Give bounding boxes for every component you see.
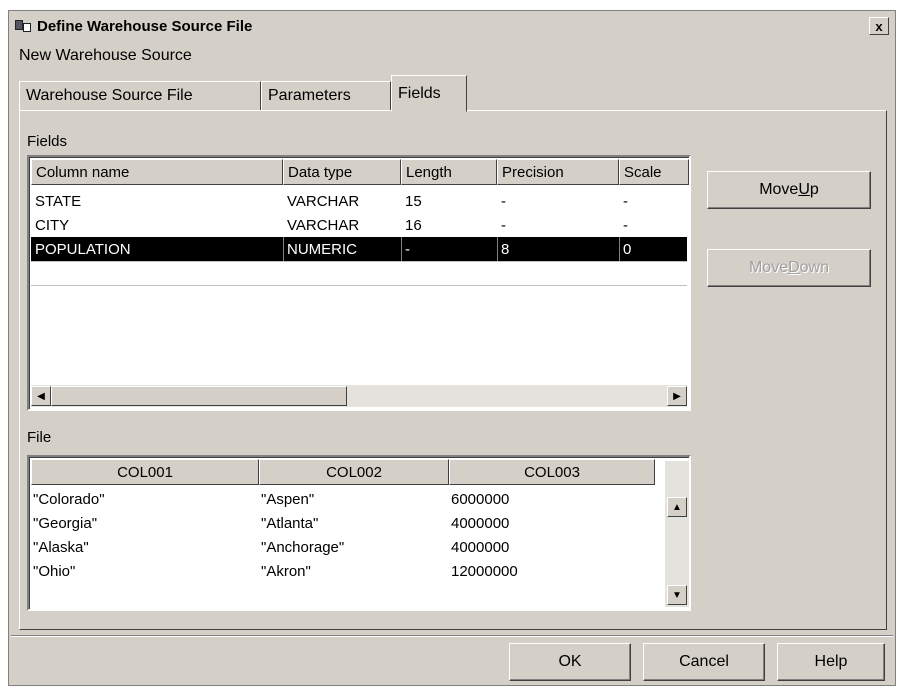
dialog-subtitle: New Warehouse Source [19,47,192,64]
table-cell[interactable]: "Ohio" [31,559,75,583]
column-header-length[interactable]: Length [401,159,497,185]
warehouse-app-icon [15,18,33,34]
column-header-data-type[interactable]: Data type [283,159,401,185]
cell-divider [283,237,284,261]
tab-parameters[interactable]: Parameters [261,81,391,111]
table-cell[interactable]: 0 [621,237,631,261]
close-icon[interactable]: x [869,17,889,35]
move-up-label-end: p [809,181,819,198]
file-preview-table[interactable]: COL001 COL002 COL003 "Colorado" "Aspen" … [27,455,691,611]
tab-warehouse-source-file[interactable]: Warehouse Source File [19,81,261,111]
fields-table[interactable]: Column name Data type Length Precision S… [27,155,691,411]
file-section-label: File [27,429,52,446]
table-cell[interactable]: 15 [403,189,422,213]
table-cell[interactable]: "Akron" [259,559,311,583]
scroll-right-icon[interactable]: ▶ [667,386,687,406]
fields-section-label: Fields [27,133,68,150]
move-down-accel: D [788,259,800,276]
move-up-button[interactable]: Move Up [707,171,871,209]
table-cell[interactable]: POPULATION [33,237,131,261]
table-cell[interactable]: - [403,237,410,261]
table-cell[interactable]: - [499,213,506,237]
scroll-thumb[interactable] [51,386,347,406]
scroll-down-icon[interactable]: ▼ [667,585,687,605]
column-header-col003[interactable]: COL003 [449,459,655,485]
column-header-column-name[interactable]: Column name [31,159,283,185]
table-cell[interactable]: 4000000 [449,511,509,535]
scroll-left-icon[interactable]: ◀ [31,386,51,406]
cell-divider [497,237,498,261]
file-vertical-scrollbar[interactable]: ▲ ▼ [665,461,689,607]
move-up-accel: U [798,181,810,198]
cancel-button[interactable]: Cancel [643,643,765,681]
table-cell[interactable]: "Colorado" [31,487,105,511]
column-header-col001[interactable]: COL001 [31,459,259,485]
table-cell[interactable]: VARCHAR [285,189,359,213]
table-cell[interactable]: 6000000 [449,487,509,511]
title-bar[interactable]: Define Warehouse Source File x [11,13,893,39]
help-button[interactable]: Help [777,643,885,681]
table-cell[interactable]: STATE [33,189,81,213]
move-down-button[interactable]: Move Down [707,249,871,287]
cell-divider [401,237,402,261]
tab-fields[interactable]: Fields [391,75,467,112]
table-cell[interactable]: 16 [403,213,422,237]
move-down-label-end: own [799,259,830,276]
window-title: Define Warehouse Source File [37,17,253,35]
fields-horizontal-scrollbar[interactable]: ◀ ▶ [31,385,687,407]
ok-button[interactable]: OK [509,643,631,681]
table-cell[interactable]: VARCHAR [285,213,359,237]
column-header-col002[interactable]: COL002 [259,459,449,485]
footer-separator [11,635,893,637]
column-header-scale[interactable]: Scale [619,159,689,185]
dialog-window: Define Warehouse Source File x New Wareh… [8,10,896,686]
cell-divider [619,237,620,261]
table-cell[interactable]: - [621,213,628,237]
table-cell[interactable]: 4000000 [449,535,509,559]
column-header-precision[interactable]: Precision [497,159,619,185]
scroll-up-icon[interactable]: ▲ [667,497,687,517]
table-cell[interactable]: - [499,189,506,213]
table-cell[interactable]: "Alaska" [31,535,89,559]
table-cell[interactable]: "Georgia" [31,511,97,535]
move-up-label: Move [759,181,799,198]
table-cell[interactable]: CITY [33,213,69,237]
table-cell[interactable]: "Aspen" [259,487,314,511]
row-separator [31,261,687,262]
move-down-label: Move [748,259,789,276]
table-cell[interactable]: "Anchorage" [259,535,344,559]
table-cell[interactable]: NUMERIC [285,237,357,261]
table-cell[interactable]: - [621,189,628,213]
table-cell[interactable]: 12000000 [449,559,518,583]
row-separator [31,285,687,286]
table-cell[interactable]: 8 [499,237,509,261]
table-cell[interactable]: "Atlanta" [259,511,318,535]
